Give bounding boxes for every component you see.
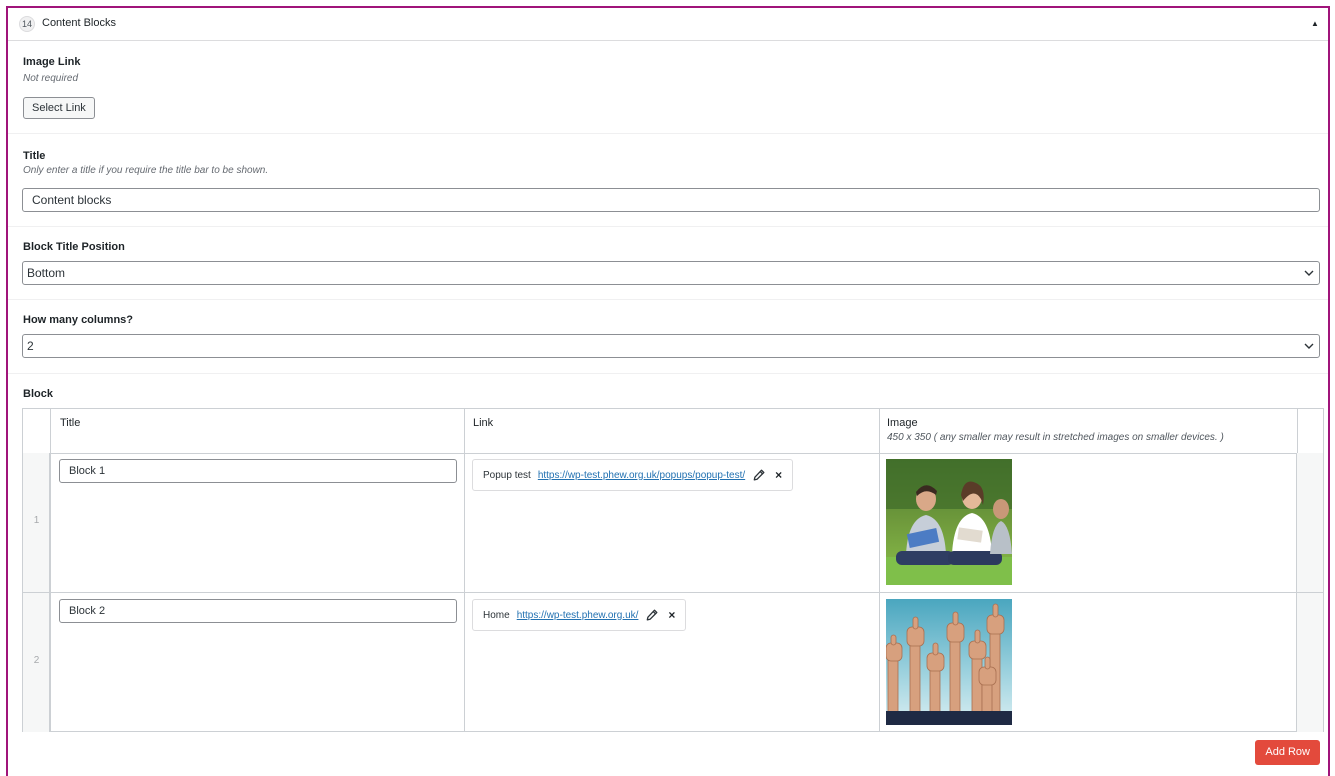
row-number: 2 xyxy=(33,655,40,666)
pencil-icon[interactable] xyxy=(752,468,766,482)
link-title: Popup test xyxy=(483,469,531,481)
row-actions[interactable] xyxy=(1296,593,1323,732)
block-title-input[interactable]: Block 1 xyxy=(59,459,457,483)
collapse-icon[interactable]: ▲ xyxy=(1310,19,1320,29)
layout-order-badge: 14 xyxy=(19,16,35,32)
title-field: Title Only enter a title if you require … xyxy=(8,133,1328,227)
title-input[interactable]: Content blocks xyxy=(22,188,1320,212)
thumbs-up-photo-icon[interactable] xyxy=(886,599,1012,725)
image-link-field: Image Link Not required Select Link xyxy=(8,41,1328,134)
repeater-header: Title Link Image 450 x 350 ( any smaller… xyxy=(23,409,1323,454)
panel-header[interactable]: 14 Content Blocks ▲ xyxy=(8,8,1328,41)
pencil-icon[interactable] xyxy=(645,608,659,622)
link-title: Home xyxy=(483,609,510,621)
column-header-link: Link xyxy=(473,417,494,429)
remove-link-icon[interactable]: × xyxy=(668,608,675,622)
panel-title: Content Blocks xyxy=(42,17,116,29)
students-photo-icon[interactable] xyxy=(886,459,1012,585)
image-size-hint: 450 x 350 ( any smaller may result in st… xyxy=(887,432,1224,443)
remove-link-icon[interactable]: × xyxy=(775,468,782,482)
image-link-label: Image Link xyxy=(23,56,81,68)
block-title-position-value: Bottom xyxy=(27,266,66,280)
title-hint: Only enter a title if you require the ti… xyxy=(23,165,269,176)
columns-select[interactable]: 2 xyxy=(22,334,1320,358)
link-value: Popup test https://wp-test.phew.org.uk/p… xyxy=(472,459,794,491)
link-url[interactable]: https://wp-test.phew.org.uk/ xyxy=(517,610,639,621)
block-title-input[interactable]: Block 2 xyxy=(59,599,457,623)
column-header-image: Image xyxy=(887,417,918,429)
column-header-title: Title xyxy=(60,417,81,429)
columns-field: How many columns? 2 xyxy=(8,299,1328,374)
row-number: 1 xyxy=(33,515,40,526)
columns-value: 2 xyxy=(27,339,34,353)
columns-label: How many columns? xyxy=(23,314,134,326)
add-row-button[interactable]: Add Row xyxy=(1255,740,1320,765)
block-repeater: Title Link Image 450 x 350 ( any smaller… xyxy=(22,408,1324,732)
link-url[interactable]: https://wp-test.phew.org.uk/popups/popup… xyxy=(538,470,745,481)
chevron-down-icon xyxy=(1304,343,1314,349)
image-link-hint: Not required xyxy=(23,73,79,84)
block-title-position-field: Block Title Position Bottom xyxy=(8,226,1328,300)
block-title-position-label: Block Title Position xyxy=(23,241,125,253)
content-blocks-panel: 14 Content Blocks ▲ Image Link Not requi… xyxy=(6,6,1330,776)
block-label: Block xyxy=(23,388,53,400)
table-row: 1 Block 1 Popup test https://wp-test.phe… xyxy=(23,453,1323,593)
table-row: 2 Block 2 Home https://wp-test.phew.org.… xyxy=(23,593,1323,732)
link-value: Home https://wp-test.phew.org.uk/ × xyxy=(472,599,687,631)
chevron-down-icon xyxy=(1304,270,1314,276)
title-label: Title xyxy=(23,150,46,162)
block-title-position-select[interactable]: Bottom xyxy=(22,261,1320,285)
select-link-button[interactable]: Select Link xyxy=(23,97,95,119)
row-actions[interactable] xyxy=(1296,453,1323,592)
